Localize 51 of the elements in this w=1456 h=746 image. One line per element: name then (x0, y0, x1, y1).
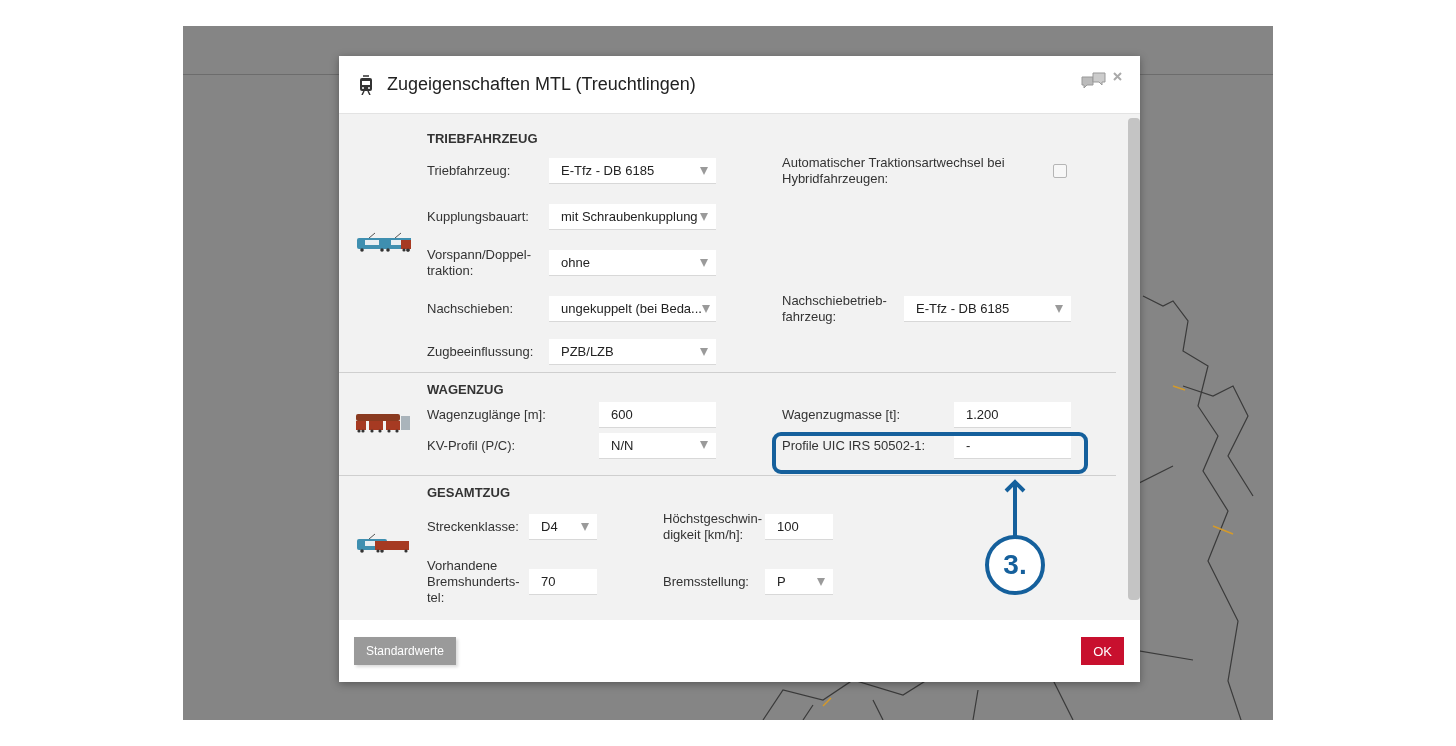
checkbox[interactable] (1053, 164, 1067, 178)
section-heading: GESAMTZUG (427, 484, 512, 502)
field-label: Vorspann/Doppel- traktion: (427, 247, 533, 279)
caret-icon (1055, 304, 1063, 313)
arrow-up (1003, 478, 1027, 538)
caret-icon (700, 258, 708, 267)
scrollbar-thumb[interactable] (1128, 118, 1140, 600)
field-label: Streckenklasse: (427, 519, 520, 535)
train-icon (355, 533, 411, 555)
field-label: Triebfahrzeug: (427, 163, 512, 179)
caret-icon (701, 304, 710, 313)
field-label: Wagenzugmasse [t]: (782, 406, 901, 423)
tram-icon (359, 74, 373, 95)
dropdown[interactable]: E-Tfz - DB 6185 (904, 296, 1071, 322)
field-label: Nachschieben: (427, 301, 514, 317)
train-icon (355, 413, 411, 435)
caret-icon (700, 347, 708, 356)
field-label: Kupplungsbauart: (427, 209, 530, 225)
caret-icon (700, 441, 708, 449)
dropdown[interactable]: D4 (529, 514, 597, 540)
input-field[interactable]: 70 (529, 569, 597, 595)
field-label: KV-Profil (P/C): (427, 437, 517, 454)
dropdown[interactable]: N/N (599, 432, 716, 459)
field-label: Nachschiebetrieb- fahrzeug: (782, 293, 888, 325)
field-label: Zugbeeinflussung: (427, 344, 535, 360)
dialog-title: Zugeigenschaften MTL (Treuchtlingen) (387, 74, 697, 95)
train-icon (355, 232, 411, 254)
field-label: Vorhandene Bremshunderts- tel: (427, 558, 521, 606)
field-label: Automatischer Traktionsartwechsel bei Hybridfahrzeugen: (782, 155, 1006, 187)
dropdown[interactable]: PZB/LZB (549, 339, 716, 365)
field-label: Bremsstellung: (663, 574, 750, 590)
dropdown[interactable]: ohne (549, 250, 716, 276)
ok-button[interactable]: OK (1081, 637, 1124, 665)
input-field[interactable]: 100 (765, 514, 833, 540)
field-label: Höchstgeschwin- digkeit [km/h]: (663, 511, 763, 543)
close-icon[interactable] (1113, 72, 1122, 81)
caret-icon (817, 577, 825, 586)
section-heading: TRIEBFAHRZEUG (427, 130, 539, 148)
input-field[interactable]: 600 (599, 401, 716, 428)
section-heading: WAGENZUG (427, 381, 505, 399)
dropdown[interactable]: P (765, 569, 833, 595)
input-field[interactable]: 1.200 (954, 401, 1071, 428)
caret-icon (700, 212, 708, 221)
dropdown[interactable]: mit Schraubenkupplung (549, 204, 716, 230)
dropdown[interactable]: E-Tfz - DB 6185 (549, 158, 716, 184)
field-label: Wagenzuglänge [m]: (427, 406, 547, 423)
field-label: Profile UIC IRS 50502-1: (782, 437, 927, 454)
chat-bubbles-icon[interactable] (1081, 72, 1107, 90)
caret-icon (700, 166, 708, 175)
caret-icon (581, 522, 589, 531)
dropdown[interactable]: ungekuppelt (bei Beda... (549, 296, 716, 322)
